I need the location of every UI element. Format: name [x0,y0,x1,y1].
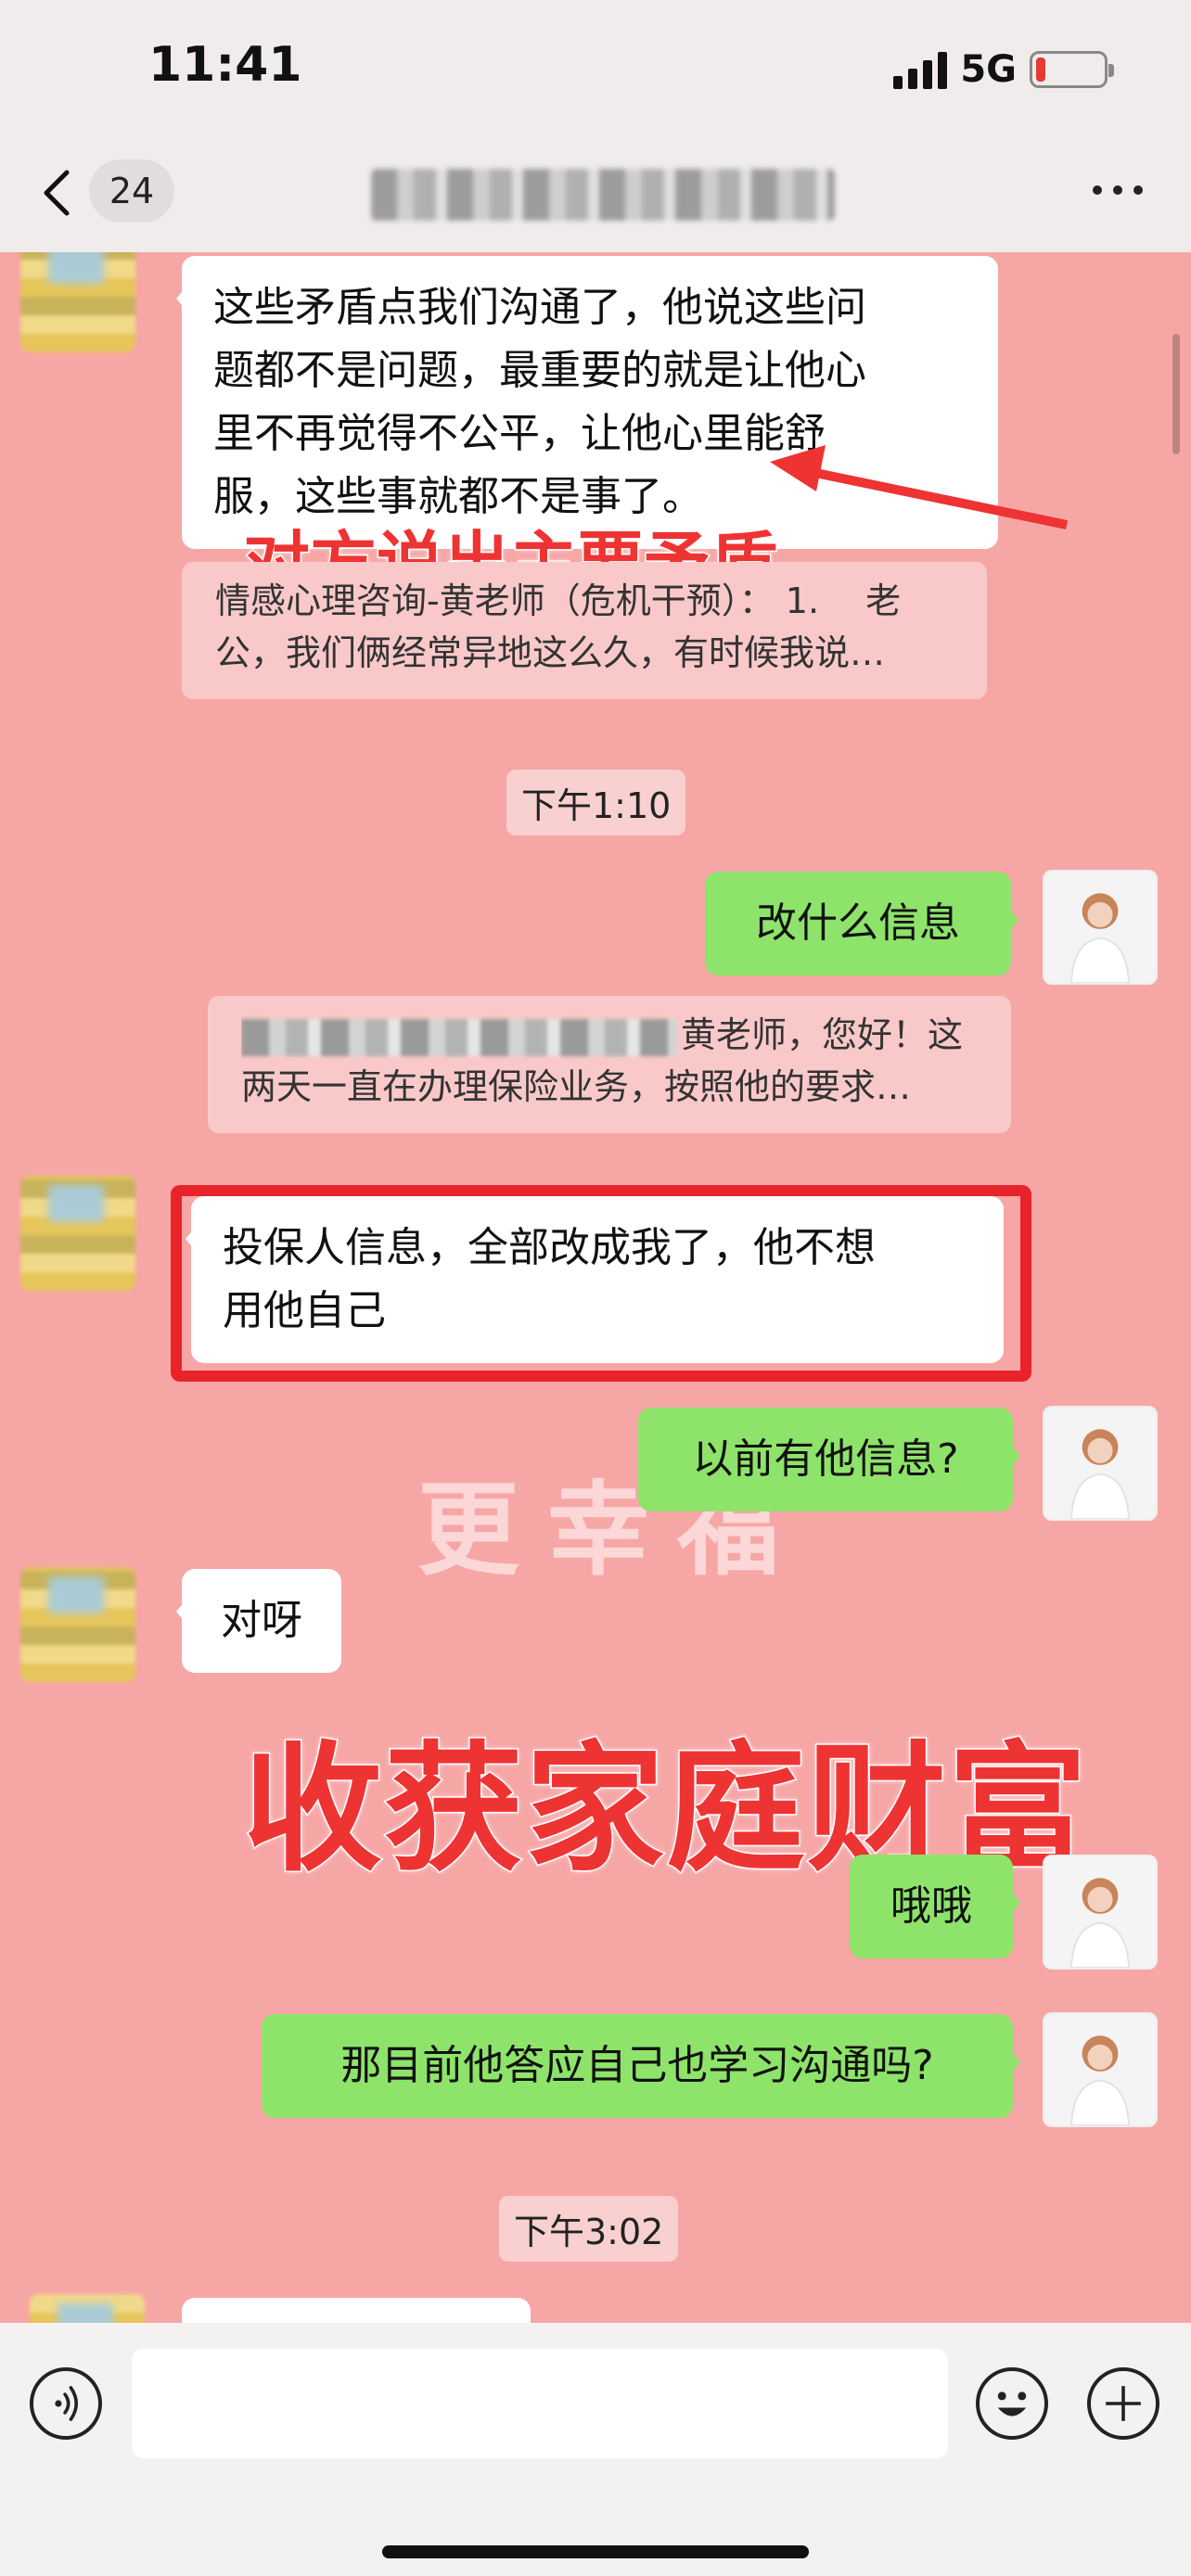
status-time: 11:41 [148,37,302,93]
battery-icon [1030,51,1114,88]
add-plus-icon[interactable] [1087,2367,1159,2440]
avatar-self[interactable] [1043,870,1158,985]
quote-line: 黄老师，您好！这 [241,1009,978,1061]
avatar-contact[interactable] [20,237,135,352]
avatar-self[interactable] [1043,1855,1158,1970]
avatar-contact[interactable] [20,1176,135,1291]
message-bubble-outgoing[interactable]: 改什么信息 [705,872,1018,976]
top-bar: 11:41 5G 24 [0,0,1191,252]
quote-line: 情感心理咨询-黄老师（危机干预）： 1. 老 [215,580,902,621]
input-bar [0,2323,1191,2576]
scroll-indicator[interactable] [1172,334,1180,454]
message-bubble-outgoing[interactable]: 以前有他信息? [638,1408,1020,1511]
voice-input-icon[interactable] [30,2367,102,2440]
network-label: 5G [960,48,1017,91]
quote-line-tail: 黄老师，您好！这 [681,1014,964,1055]
message-input[interactable] [132,2349,948,2458]
timestamp: 下午1:10 [506,770,686,835]
blurred-name [241,1018,677,1056]
quote-line: 公，我们俩经常异地这么久，有时候我说… [215,632,886,673]
quoted-message[interactable]: 情感心理咨询-黄老师（危机干预）： 1. 老 公，我们俩经常异地这么久，有时候我… [182,562,987,699]
more-options-icon[interactable] [1093,185,1143,195]
message-bubble-incoming[interactable]: 对呀 [176,1569,341,1673]
unread-count-badge[interactable]: 24 [89,159,174,223]
timestamp: 下午3:02 [499,2196,679,2262]
message-line: 这些矛盾点我们沟通了，他说这些问 [213,284,866,331]
message-bubble-outgoing[interactable]: 那目前他答应自己也学习沟通吗? [262,2014,1020,2118]
home-indicator[interactable] [382,2545,809,2558]
avatar-self[interactable] [1043,2012,1158,2127]
chat-title-blurred [371,169,835,221]
message-bubble-outgoing[interactable]: 哦哦 [850,1855,1020,1958]
status-icons: 5G [893,48,1114,91]
quote-line: 两天一直在办理保险业务，按照他的要求… [241,1066,912,1107]
avatar-self[interactable] [1043,1406,1158,1521]
signal-icon [893,50,948,89]
annotation-highlight-box [171,1185,1031,1382]
avatar-contact[interactable] [20,1567,135,1682]
quoted-message[interactable]: 黄老师，您好！这 两天一直在办理保险业务，按照他的要求… [208,996,1011,1133]
annotation-arrow-icon [770,445,1069,529]
emoji-icon[interactable] [976,2367,1048,2440]
back-chevron-icon[interactable] [37,167,74,219]
